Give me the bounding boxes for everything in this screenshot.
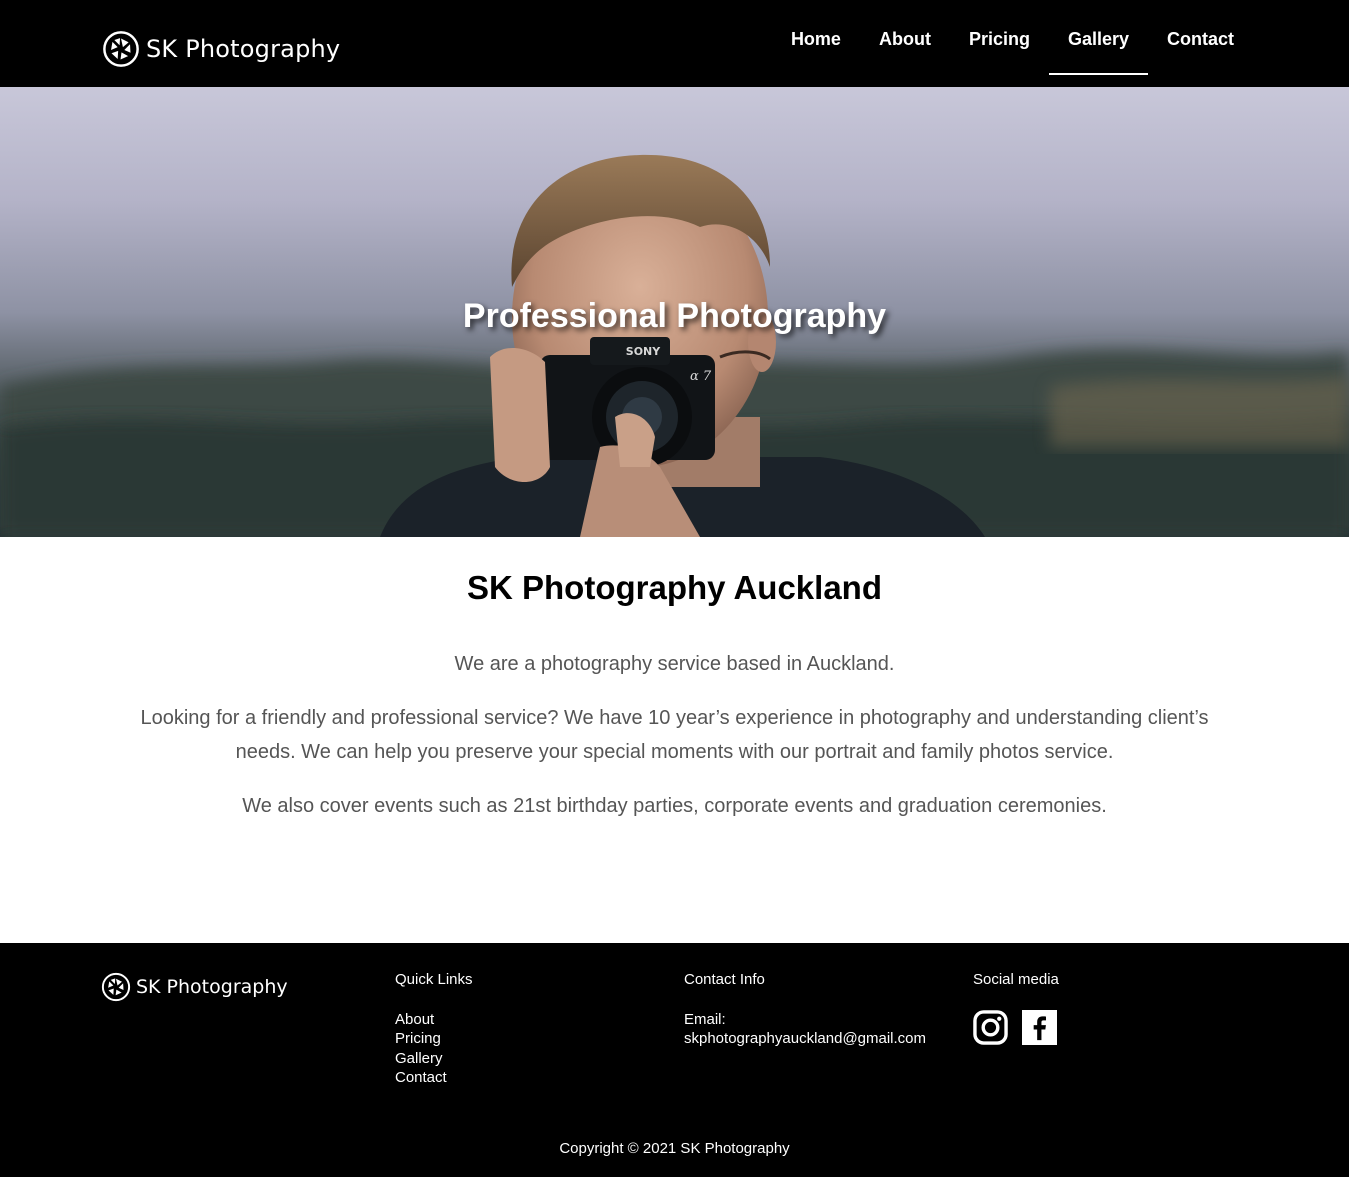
nav-contact[interactable]: Contact (1148, 17, 1253, 63)
social-media-title: Social media (973, 971, 1059, 988)
footer-link-gallery[interactable]: Gallery (395, 1049, 473, 1069)
aperture-logo-icon (103, 31, 139, 67)
social-media: Social media (973, 970, 1059, 1045)
intro-paragraph: Looking for a friendly and professional … (140, 707, 1209, 763)
site-logo[interactable]: SK Photography (102, 30, 340, 68)
facebook-icon[interactable] (1022, 1009, 1057, 1045)
main-nav: Home About Pricing Gallery Contact (772, 0, 1253, 87)
intro-paragraph: We also cover events such as 21st birthd… (242, 795, 1107, 817)
footer-link-about[interactable]: About (395, 1010, 473, 1030)
camera-model: α 7 (690, 369, 712, 384)
footer-brand-name: SK Photography (136, 976, 288, 998)
nav-home[interactable]: Home (772, 17, 860, 63)
brand-name: SK Photography (146, 35, 341, 63)
aperture-logo-icon (101, 972, 131, 1002)
intro-heading: SK Photography Auckland (467, 569, 882, 606)
instagram-icon[interactable] (973, 1009, 1008, 1045)
nav-gallery[interactable]: Gallery (1048, 17, 1149, 75)
contact-info: Contact Info Email: skphotographyaucklan… (684, 970, 926, 1049)
footer-link-contact[interactable]: Contact (395, 1068, 473, 1088)
intro-section: SK Photography Auckland We are a photogr… (0, 537, 1349, 943)
copyright: Copyright © 2021 SK Photography (559, 1140, 790, 1157)
quick-links-title: Quick Links (395, 971, 473, 988)
email-label: Email: (684, 1010, 726, 1028)
email-link[interactable]: skphotographyauckland@gmail.com (684, 1029, 926, 1049)
nav-pricing[interactable]: Pricing (950, 17, 1049, 63)
footer-link-pricing[interactable]: Pricing (395, 1029, 473, 1049)
site-footer: SK Photography Quick Links About Pricing… (0, 943, 1349, 1177)
site-header: SK Photography Home About Pricing Galler… (0, 0, 1349, 87)
intro-paragraph: We are a photography service based in Au… (454, 653, 895, 675)
hero-title: Professional Photography (462, 297, 887, 335)
camera-brand: SONY (626, 345, 661, 358)
footer-logo[interactable]: SK Photography (101, 972, 288, 1002)
nav-about[interactable]: About (860, 17, 950, 63)
contact-info-title: Contact Info (684, 971, 765, 988)
quick-links: Quick Links About Pricing Gallery Contac… (395, 970, 473, 1088)
hero-banner: SONY α 7 Professional Photography (0, 87, 1349, 537)
